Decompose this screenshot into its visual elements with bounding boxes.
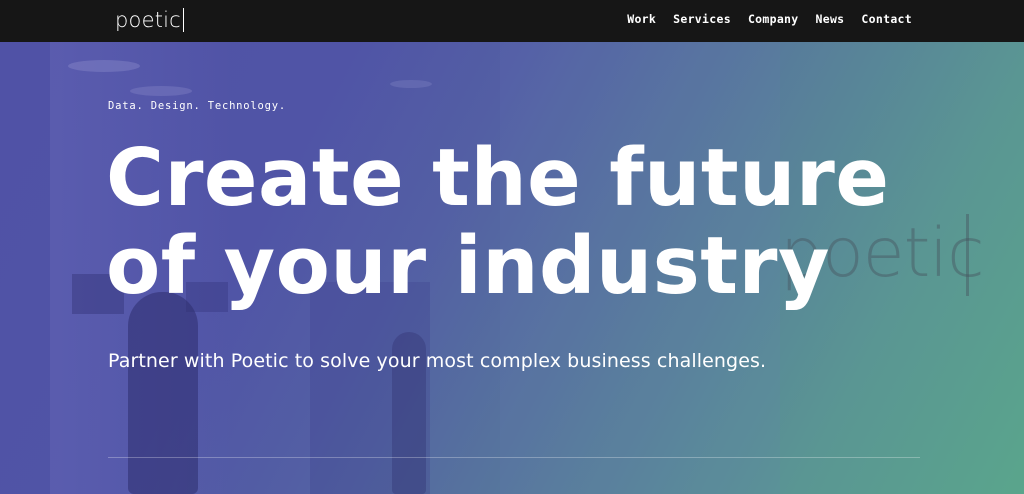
hero-headline: Create the future of your industry [106, 134, 926, 310]
hero-headline-line-2: of your industry [106, 220, 830, 312]
background-ceiling-light [68, 60, 140, 72]
background-walking-person [128, 292, 198, 494]
logo-cursor-mark [182, 8, 185, 32]
top-navigation-bar: poetic Work Services Company News Contac… [0, 0, 1024, 42]
hero-subtext: Partner with Poetic to solve your most c… [108, 350, 767, 372]
hero-section: poetic Data. Design. Technology. Create … [0, 42, 1024, 494]
background-ceiling-light [390, 80, 432, 88]
nav-news-link[interactable]: News [816, 12, 845, 26]
logo-text: poetic [115, 8, 181, 32]
main-nav: Work Services Company News Contact [627, 0, 912, 38]
nav-contact-link[interactable]: Contact [861, 12, 912, 26]
nav-services-link[interactable]: Services [673, 12, 731, 26]
hero-tagline: Data. Design. Technology. [108, 100, 287, 112]
background-wall-logo-cursor [966, 214, 969, 296]
nav-company-link[interactable]: Company [748, 12, 799, 26]
background-ceiling-light [130, 86, 192, 96]
hero-divider [108, 457, 920, 458]
poetic-logo[interactable]: poetic [115, 5, 185, 35]
hero-headline-line-1: Create the future [106, 132, 890, 224]
nav-work-link[interactable]: Work [627, 12, 656, 26]
